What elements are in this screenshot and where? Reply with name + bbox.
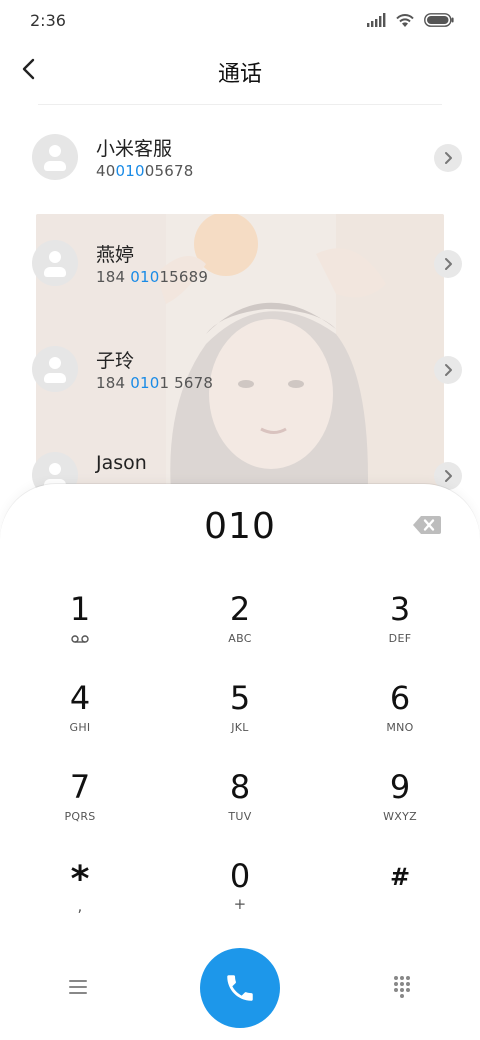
wifi-icon (396, 14, 414, 27)
key-0[interactable]: 0 + (160, 843, 320, 932)
status-icons (366, 12, 454, 28)
contact-name: Jason (96, 452, 147, 474)
contact-detail-button[interactable] (434, 144, 462, 172)
contact-row[interactable]: 小米客服 4001005678 (0, 110, 480, 182)
bottom-controls (0, 944, 480, 1034)
chevron-right-icon (445, 470, 452, 482)
key-7[interactable]: 7 PQRS (0, 754, 160, 843)
chevron-right-icon (445, 258, 452, 270)
avatar (32, 134, 78, 180)
divider (38, 104, 442, 105)
avatar (32, 346, 78, 392)
key-8[interactable]: 8 TUV (160, 754, 320, 843)
contact-name: 子玲 (96, 350, 135, 372)
key-5[interactable]: 5 JKL (160, 665, 320, 754)
contact-number: 184 01015689 (96, 268, 209, 286)
contact-number: 4001005678 (96, 162, 194, 180)
backspace-icon[interactable] (412, 514, 442, 536)
key-4[interactable]: 4 GHI (0, 665, 160, 754)
key-1[interactable]: 1 (0, 576, 160, 665)
call-button[interactable] (200, 948, 280, 1028)
chevron-right-icon (445, 152, 452, 164)
page-title: 通话 (217, 62, 262, 87)
header: 通话 (0, 44, 480, 96)
dialpad-icon[interactable] (386, 970, 418, 1002)
voicemail-icon (71, 635, 89, 643)
dialed-number: 010 (204, 506, 276, 547)
contact-row[interactable]: 燕婷 184 01015689 (0, 216, 480, 288)
battery-icon (424, 13, 454, 27)
status-bar: 2:36 (0, 0, 480, 40)
contact-number: 184 0101 5678 (96, 374, 214, 392)
key-hash[interactable]: # (320, 843, 480, 932)
avatar (32, 240, 78, 286)
contact-detail-button[interactable] (434, 356, 462, 384)
key-9[interactable]: 9 WXYZ (320, 754, 480, 843)
contact-results: 小米客服 4001005678 燕婷 184 01015689 子玲 184 0… (0, 110, 480, 510)
key-6[interactable]: 6 MNO (320, 665, 480, 754)
contact-name: 燕婷 (96, 244, 135, 266)
signal-icon (367, 13, 386, 27)
chevron-right-icon (445, 364, 452, 376)
contact-name: 小米客服 (96, 138, 173, 160)
status-time: 2:36 (30, 11, 66, 30)
key-2[interactable]: 2 ABC (160, 576, 320, 665)
key-star[interactable]: * , (0, 843, 160, 932)
phone-icon (227, 975, 253, 1001)
menu-icon[interactable] (62, 974, 94, 1000)
contact-row[interactable]: 子玲 184 0101 5678 (0, 322, 480, 394)
key-3[interactable]: 3 DEF (320, 576, 480, 665)
contact-detail-button[interactable] (434, 250, 462, 278)
